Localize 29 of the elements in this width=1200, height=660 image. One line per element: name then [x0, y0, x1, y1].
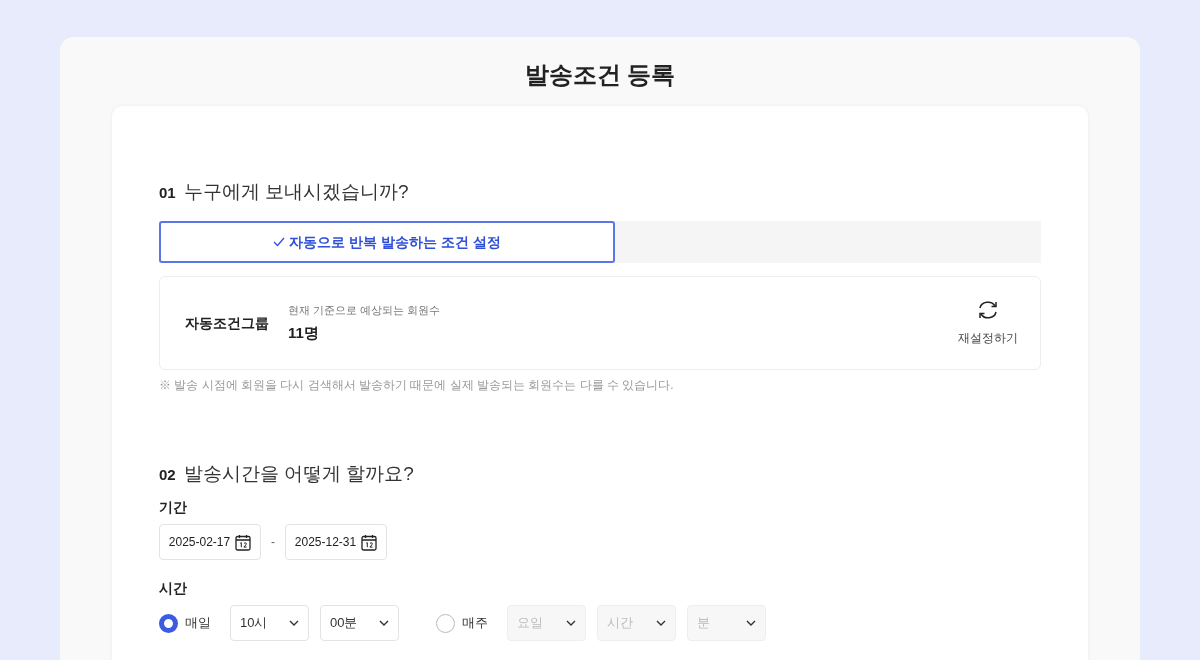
- page-title: 발송조건 등록: [523, 60, 677, 90]
- radio-option[interactable]: 매일: [159, 613, 230, 633]
- period-label: 기간: [159, 498, 188, 517]
- date-field[interactable]: 2025-12-31: [285, 524, 387, 560]
- tab[interactable]: 자동으로 반복 발송하는 조건 설정: [159, 221, 615, 263]
- group-label: 자동조건그룹: [185, 313, 270, 333]
- chevron-down-icon: [289, 620, 299, 626]
- calendar-icon: [361, 533, 378, 551]
- count-caption: 현재 기준으로 예상되는 회원수: [288, 302, 442, 318]
- calendar-icon: [235, 533, 252, 551]
- notice-text: ※ 발송 시점에 회원을 다시 검색해서 발송하기 때문에 실제 발송되는 회원수는 다를 수 있습니다.: [159, 377, 675, 394]
- member-count: 11명: [288, 323, 320, 343]
- chevron-down-icon: [656, 620, 666, 626]
- section-number: 01: [159, 183, 176, 203]
- radio-option[interactable]: 매주: [436, 613, 507, 633]
- time-label: 시간: [159, 579, 188, 598]
- section-title: 발송시간을 어떻게 할까요?: [183, 462, 414, 486]
- chevron-down-icon: [746, 620, 756, 626]
- section-title: 누구에게 보내시겠습니까?: [183, 180, 409, 204]
- chevron-down-icon: [379, 620, 389, 626]
- select-dropdown[interactable]: 10시: [230, 605, 309, 641]
- date-field[interactable]: 2025-02-17: [159, 524, 261, 560]
- check-icon: [273, 237, 286, 247]
- reset-button[interactable]: 재설정하기: [958, 299, 1018, 347]
- date-separator: -: [271, 534, 275, 551]
- chevron-down-icon: [566, 620, 576, 626]
- section-number: 02: [159, 465, 176, 485]
- refresh-icon: [976, 299, 1000, 321]
- select-dropdown[interactable]: 00분: [320, 605, 399, 641]
